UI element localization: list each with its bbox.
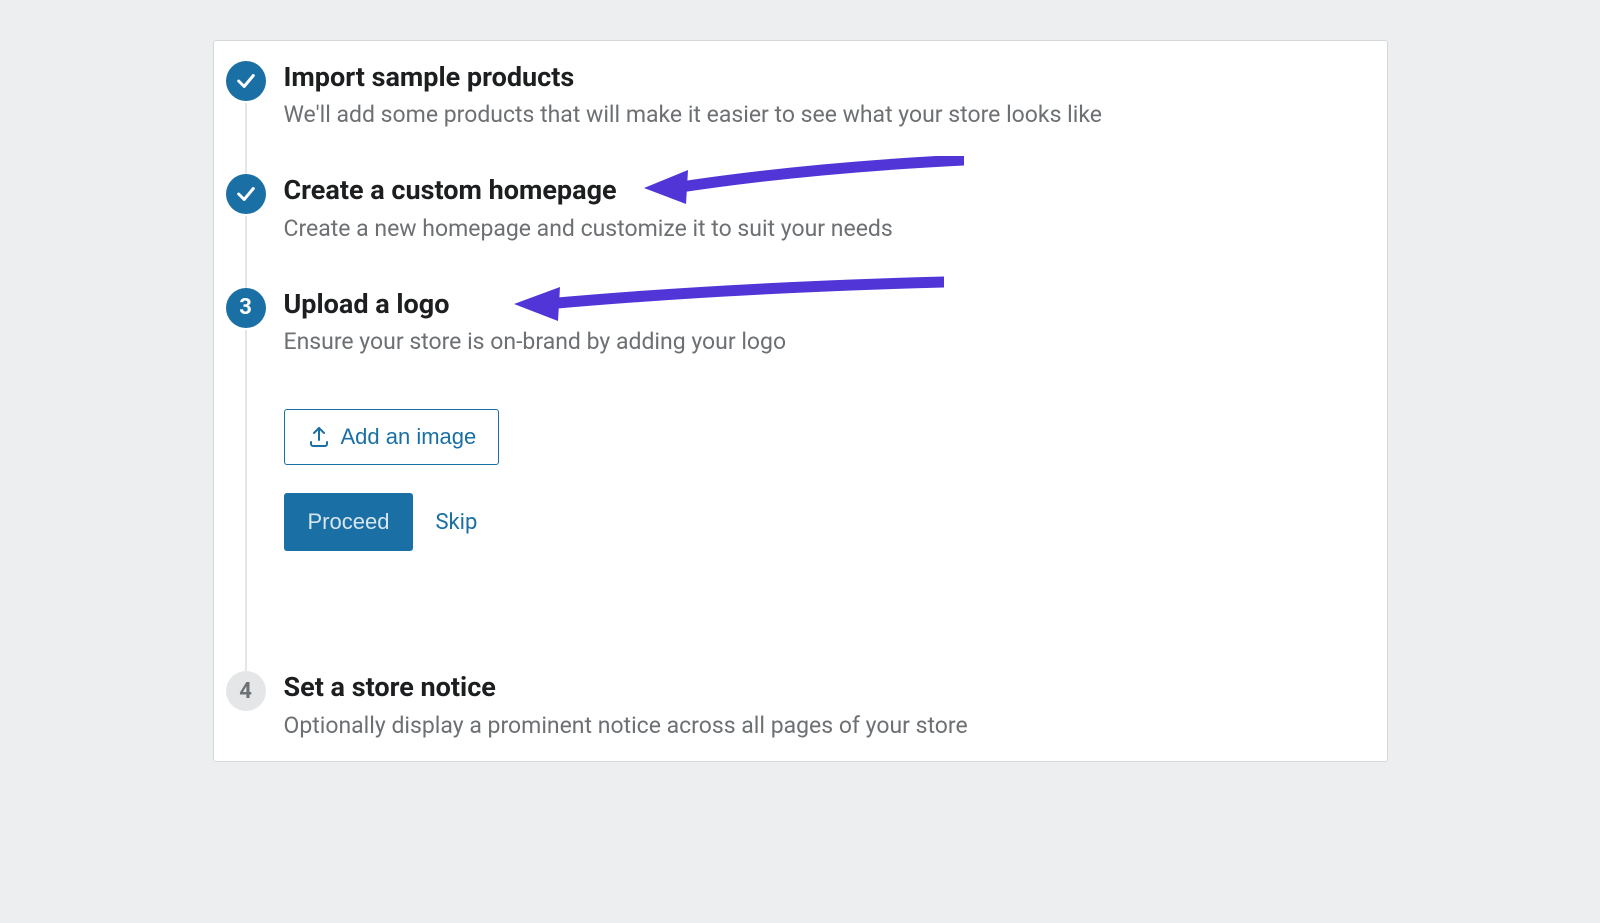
step-upload-logo[interactable]: 3 Upload a logo Ensure your store is on-… bbox=[214, 288, 1387, 671]
step-number-badge: 3 bbox=[226, 288, 266, 328]
step-title: Create a custom homepage bbox=[284, 174, 1367, 206]
step-number: 4 bbox=[239, 679, 252, 704]
step-description: We'll add some products that will make i… bbox=[284, 99, 1367, 130]
add-image-button[interactable]: Add an image bbox=[284, 409, 500, 465]
step-description: Create a new homepage and customize it t… bbox=[284, 213, 1367, 244]
proceed-button[interactable]: Proceed bbox=[284, 493, 414, 551]
step-title: Upload a logo bbox=[284, 288, 1367, 320]
skip-link[interactable]: Skip bbox=[435, 510, 477, 535]
step-store-notice[interactable]: 4 Set a store notice Optionally display … bbox=[214, 671, 1387, 740]
step-number-badge: 4 bbox=[226, 671, 266, 711]
step-description: Optionally display a prominent notice ac… bbox=[284, 710, 1367, 741]
step-import-sample-products[interactable]: Import sample products We'll add some pr… bbox=[214, 61, 1387, 174]
checkmark-icon bbox=[226, 61, 266, 101]
add-image-label: Add an image bbox=[341, 424, 477, 450]
setup-steps-panel: Import sample products We'll add some pr… bbox=[213, 40, 1388, 762]
step-description: Ensure your store is on-brand by adding … bbox=[284, 326, 1367, 357]
step-expanded-content: Add an image Proceed Skip bbox=[284, 409, 1367, 551]
checkmark-icon bbox=[226, 174, 266, 214]
step-title: Set a store notice bbox=[284, 671, 1367, 703]
step-create-homepage[interactable]: Create a custom homepage Create a new ho… bbox=[214, 174, 1387, 287]
step-number: 3 bbox=[239, 295, 252, 320]
step-title: Import sample products bbox=[284, 61, 1367, 93]
upload-icon bbox=[307, 425, 331, 449]
